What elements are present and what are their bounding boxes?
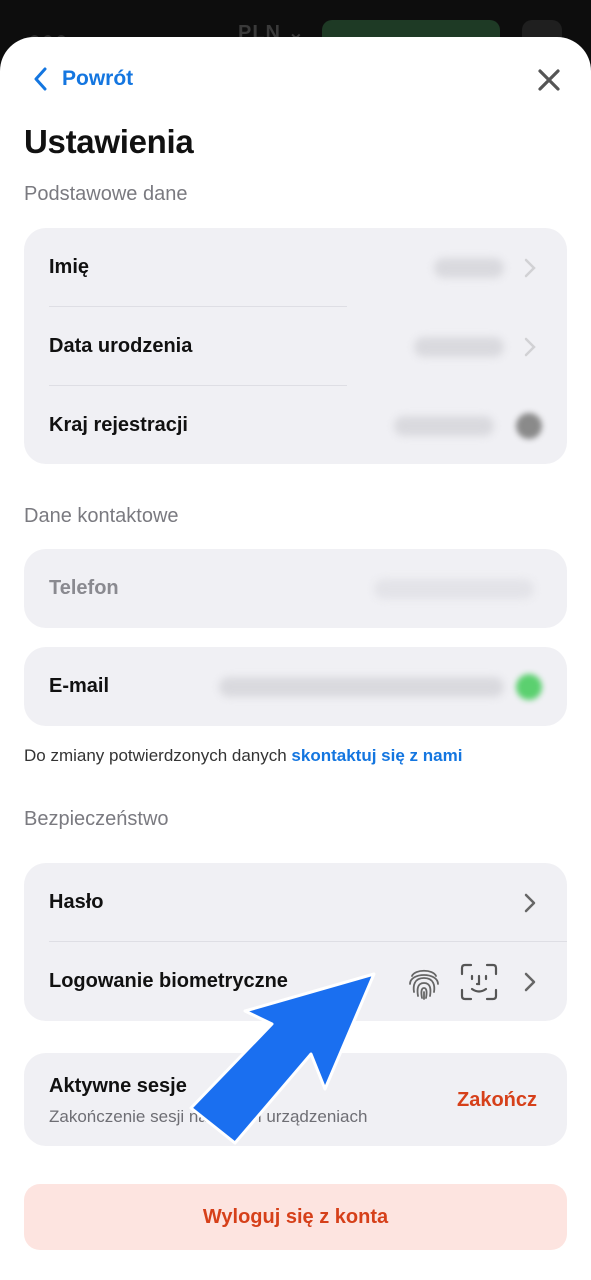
phone-row[interactable]: Telefon	[24, 549, 567, 628]
sessions-card: Aktywne sesje Zakończenie sesji na innyc…	[24, 1053, 567, 1146]
email-label: E-mail	[49, 675, 110, 697]
chevron-right-icon	[524, 972, 536, 992]
sessions-subtitle: Zakończenie sesji na innych urządzeniach	[49, 1107, 368, 1126]
contact-us-link[interactable]: skontaktuj się z nami	[291, 746, 462, 765]
chevron-right-icon	[524, 258, 536, 278]
chevron-left-icon	[34, 67, 47, 91]
birthdate-row[interactable]: Data urodzenia	[24, 307, 567, 386]
country-flag-redacted	[516, 413, 542, 439]
birthdate-label: Data urodzenia	[49, 335, 193, 357]
back-label: Powrót	[62, 67, 134, 90]
password-label: Hasło	[49, 891, 104, 913]
back-button[interactable]: Powrót	[34, 67, 133, 91]
email-value-redacted	[219, 677, 504, 697]
name-row[interactable]: Imię	[24, 228, 567, 307]
settings-sheet: Powrót Ustawienia Podstawowe dane Imię D…	[0, 37, 591, 1280]
phone-card: Telefon	[24, 549, 567, 628]
country-row[interactable]: Kraj rejestracji	[24, 386, 567, 465]
close-icon[interactable]	[536, 67, 562, 93]
contact-hint-text: Do zmiany potwierdzonych danych	[24, 746, 292, 765]
face-id-icon	[460, 963, 498, 1001]
section-basic-title: Podstawowe dane	[24, 183, 188, 205]
logout-button[interactable]: Wyloguj się z konta	[24, 1184, 567, 1250]
sessions-title: Aktywne sesje	[49, 1075, 187, 1097]
section-security-title: Bezpieczeństwo	[24, 808, 169, 830]
basic-data-card: Imię Data urodzenia Kraj rejestracji	[24, 228, 567, 464]
email-card: E-mail	[24, 647, 567, 726]
name-label: Imię	[49, 256, 90, 278]
birthdate-value-redacted	[414, 337, 504, 357]
biometric-row[interactable]: Logowanie biometryczne	[24, 942, 567, 1021]
section-contact-title: Dane kontaktowe	[24, 505, 179, 527]
end-sessions-button[interactable]: Zakończ	[457, 1089, 537, 1112]
security-card: Hasło Logowanie biometryczne	[24, 863, 567, 1021]
phone-label: Telefon	[49, 577, 119, 599]
name-value-redacted	[434, 258, 504, 278]
phone-value-redacted	[374, 579, 534, 599]
fingerprint-icon	[409, 969, 439, 1000]
country-label: Kraj rejestracji	[49, 414, 188, 436]
country-value-redacted	[394, 416, 494, 436]
chevron-right-icon	[524, 337, 536, 357]
password-row[interactable]: Hasło	[24, 863, 567, 942]
email-row[interactable]: E-mail	[24, 647, 567, 726]
biometric-label: Logowanie biometryczne	[49, 970, 288, 992]
chevron-right-icon	[524, 893, 536, 913]
email-verified-badge	[516, 674, 542, 700]
page-title: Ustawienia	[24, 123, 194, 160]
contact-hint: Do zmiany potwierdzonych danych skontakt…	[24, 746, 462, 766]
